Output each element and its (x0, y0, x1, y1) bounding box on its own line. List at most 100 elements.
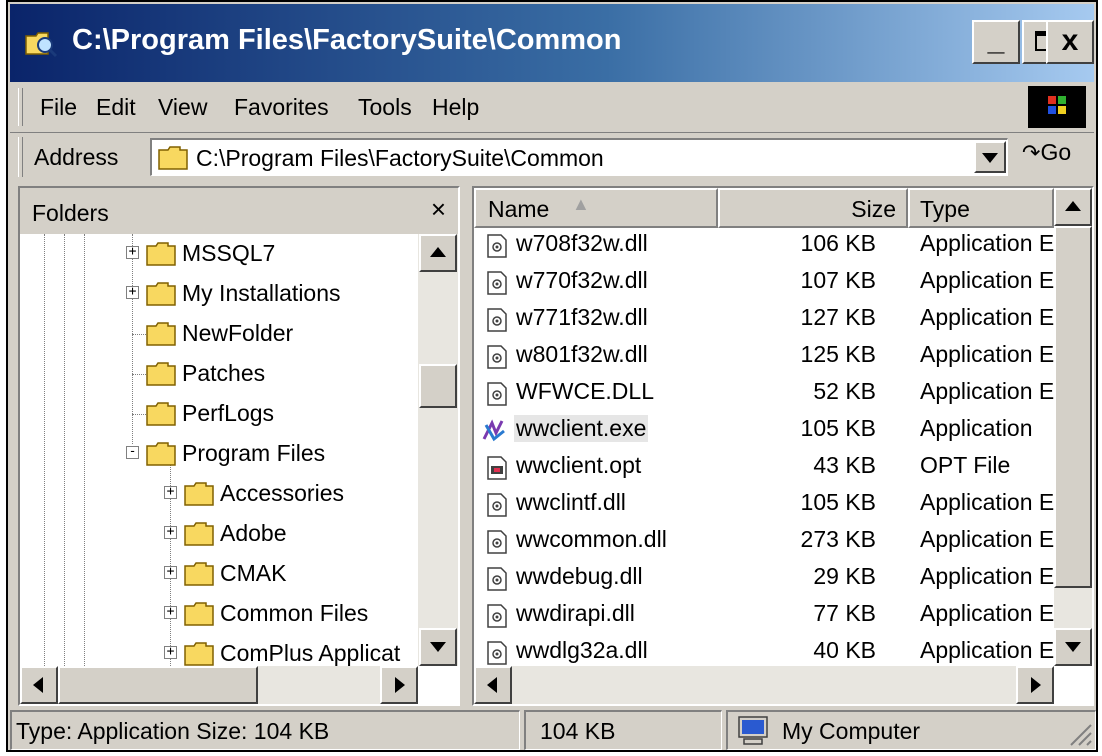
menu-view[interactable]: View (158, 94, 207, 121)
scroll-left-button[interactable] (20, 666, 58, 704)
file-row[interactable]: w708f32w.dll 106 KB Application E (474, 228, 1054, 266)
folders-header: Folders × (20, 188, 458, 234)
menu-help[interactable]: Help (432, 94, 479, 121)
close-button[interactable]: x (1046, 20, 1094, 64)
file-name: w801f32w.dll (516, 341, 648, 367)
tree-item-label: CMAK (220, 560, 287, 586)
tree-item-program-files[interactable]: - Program Files (20, 436, 418, 476)
expand-icon[interactable]: + (126, 285, 139, 299)
address-value: C:\Program Files\FactorySuite\Common (196, 145, 604, 171)
file-size: 40 KB (813, 637, 876, 663)
toolbar-grip[interactable] (18, 88, 23, 126)
file-size: 43 KB (813, 452, 876, 478)
dll-icon (486, 234, 508, 258)
title-bar[interactable]: C:\Program Files\FactorySuite\Common _ x (10, 4, 1094, 82)
expand-icon[interactable]: + (164, 605, 177, 619)
scroll-down-button[interactable] (1054, 628, 1092, 666)
address-dropdown-button[interactable] (974, 141, 1006, 173)
tree-item-patches[interactable]: Patches (20, 356, 418, 396)
tree-item-adobe[interactable]: + Adobe (20, 516, 418, 556)
dll-icon (486, 308, 508, 332)
column-header-size[interactable]: Size (718, 188, 908, 228)
menu-edit[interactable]: Edit (96, 94, 136, 121)
scroll-down-button[interactable] (419, 628, 457, 666)
tree-item-cmak[interactable]: + CMAK (20, 556, 418, 596)
menu-file[interactable]: File (40, 94, 77, 121)
file-row[interactable]: w801f32w.dll 125 KB Application E (474, 339, 1054, 377)
dll-icon (486, 567, 508, 591)
status-zone: My Computer (782, 718, 921, 744)
file-row[interactable]: w771f32w.dll 127 KB Application E (474, 302, 1054, 340)
scroll-up-button[interactable] (1054, 188, 1092, 226)
arrow-up-icon (430, 247, 446, 257)
file-list-pane: Name ▲ Size Type w708f32w.dll 106 KB Appli… (472, 186, 1094, 706)
tree-item-newfolder[interactable]: NewFolder (20, 316, 418, 356)
file-size: 125 KB (800, 341, 876, 367)
expand-icon[interactable]: + (164, 485, 177, 499)
expand-icon[interactable]: + (126, 245, 139, 259)
collapse-icon[interactable]: - (126, 445, 139, 459)
file-row[interactable]: WFWCE.DLL 52 KB Application E (474, 376, 1054, 414)
minimize-button[interactable]: _ (972, 20, 1020, 64)
arrow-right-icon (395, 677, 405, 693)
tree-item-mssql7[interactable]: + MSSQL7 (20, 236, 418, 276)
folders-vertical-scrollbar[interactable] (418, 234, 458, 666)
address-input[interactable]: C:\Program Files\FactorySuite\Common (150, 138, 1008, 176)
file-row[interactable]: wwdirapi.dll 77 KB Application E (474, 598, 1054, 636)
folders-scroll-thumb[interactable] (419, 364, 457, 408)
column-header-name[interactable]: Name ▲ (474, 188, 718, 228)
arrow-left-icon (33, 677, 43, 693)
resize-grip-icon[interactable] (1067, 721, 1093, 747)
scroll-right-button[interactable] (1016, 666, 1054, 704)
windows-logo-icon (1028, 86, 1086, 128)
file-row[interactable]: w770f32w.dll 107 KB Application E (474, 265, 1054, 303)
scroll-right-button[interactable] (380, 666, 418, 704)
tree-item-common-files[interactable]: + Common Files (20, 596, 418, 636)
folder-icon (184, 522, 214, 546)
file-row[interactable]: wwclintf.dll 105 KB Application E (474, 487, 1054, 525)
column-header-type[interactable]: Type (908, 188, 1054, 228)
expand-icon[interactable]: + (164, 525, 177, 539)
tree-item-complus-applications[interactable]: + ComPlus Applicat (20, 636, 418, 666)
file-type: Application E (920, 637, 1054, 663)
address-label: Address (34, 144, 119, 170)
files-scroll-thumb[interactable] (1054, 226, 1092, 588)
file-row[interactable]: wwdebug.dll 29 KB Application E (474, 561, 1054, 599)
tree-item-perflogs[interactable]: PerfLogs (20, 396, 418, 436)
tree-item-label: MSSQL7 (182, 240, 276, 266)
tree-item-label: PerfLogs (182, 400, 275, 426)
expand-icon[interactable]: + (164, 645, 177, 659)
file-type: OPT File (920, 452, 1011, 478)
file-size: 273 KB (800, 526, 876, 552)
sort-ascending-icon: ▲ (572, 194, 590, 214)
go-button[interactable]: ↷Go (1022, 139, 1071, 166)
folders-horizontal-scrollbar[interactable] (20, 666, 418, 704)
tree-item-my-installations[interactable]: + My Installations (20, 276, 418, 316)
address-grip[interactable] (18, 137, 23, 177)
folders-close-button[interactable]: × (431, 194, 446, 225)
status-info-panel: Type: Application Size: 104 KB (10, 710, 520, 750)
file-name: wwdirapi.dll (516, 600, 635, 626)
files-horizontal-scrollbar[interactable] (474, 666, 1054, 704)
scroll-left-button[interactable] (474, 666, 512, 704)
column-type-label: Type (920, 196, 970, 222)
arrow-left-icon (487, 677, 497, 693)
expand-icon[interactable]: + (164, 565, 177, 579)
file-row[interactable]: wwcommon.dll 273 KB Application E (474, 524, 1054, 562)
file-name: wwcommon.dll (516, 526, 667, 552)
files-vertical-scrollbar[interactable] (1054, 188, 1092, 666)
file-row[interactable]: wwclient.opt 43 KB OPT File (474, 450, 1054, 488)
menu-tools[interactable]: Tools (358, 94, 412, 121)
folders-hscroll-thumb[interactable] (58, 666, 258, 704)
folder-icon (184, 642, 214, 666)
tree-item-accessories[interactable]: + Accessories (20, 476, 418, 516)
dll-icon (486, 641, 508, 665)
file-type: Application E (920, 563, 1054, 589)
folder-icon (146, 402, 176, 426)
file-type: Application E (920, 304, 1054, 330)
file-size: 127 KB (800, 304, 876, 330)
file-row[interactable]: wwclient.exe 105 KB Application (474, 413, 1054, 451)
scroll-up-button[interactable] (419, 234, 457, 272)
dll-icon (486, 382, 508, 406)
menu-favorites[interactable]: Favorites (234, 94, 329, 121)
